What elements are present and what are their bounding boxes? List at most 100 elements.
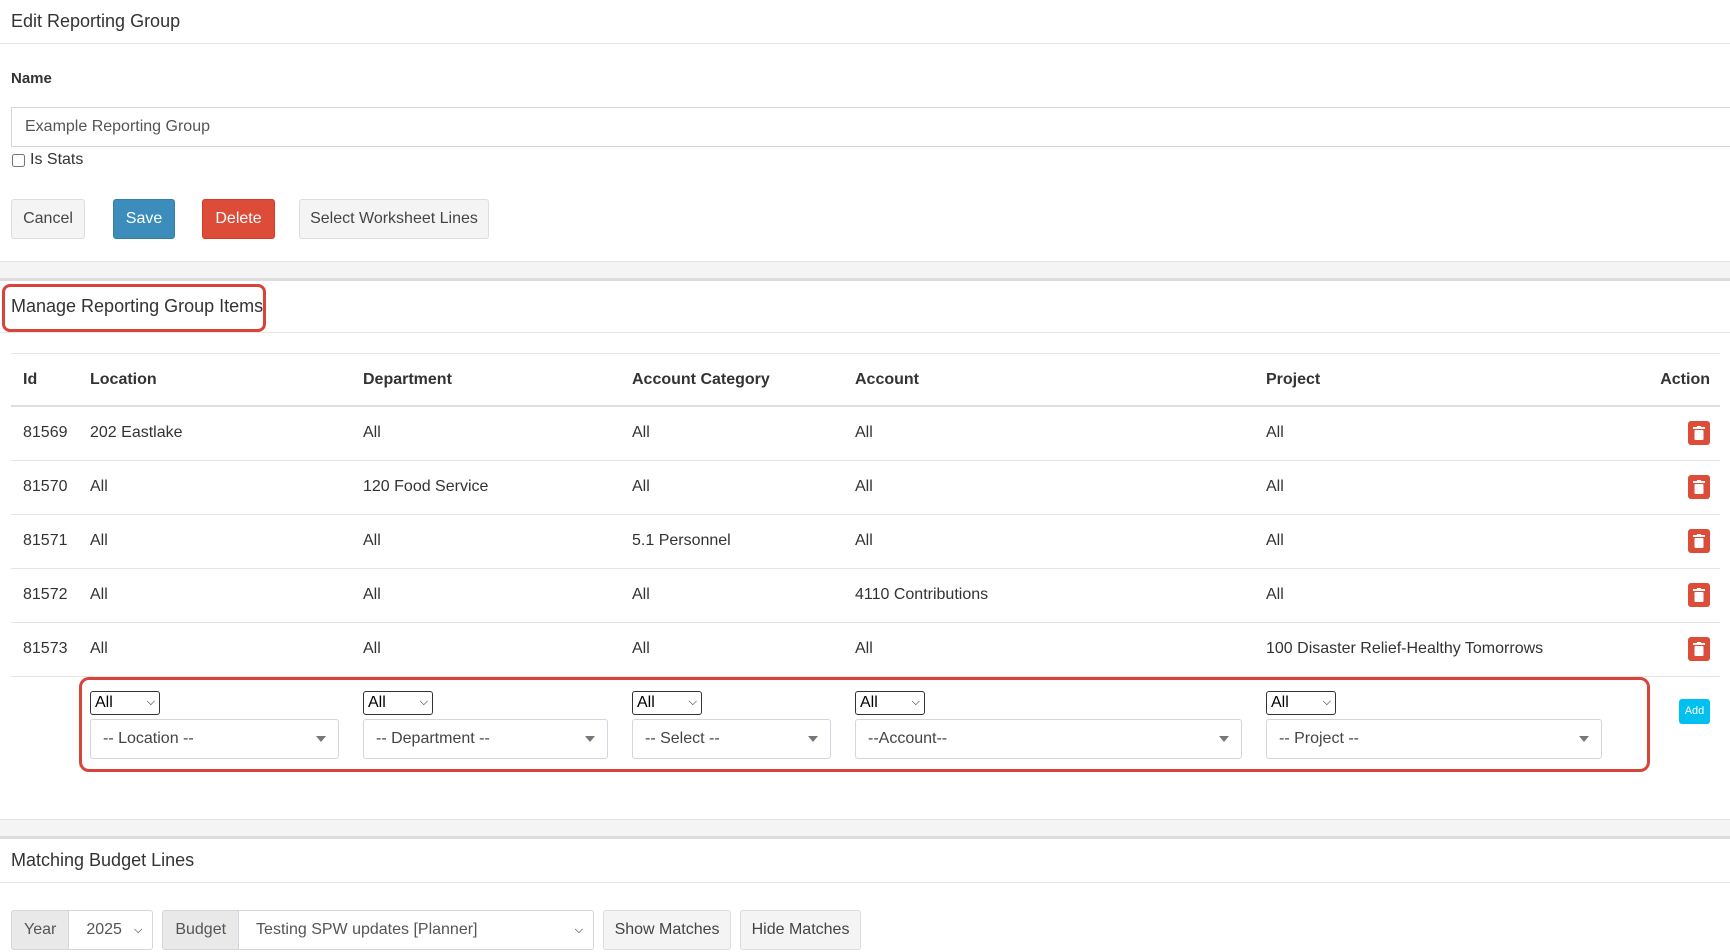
cell-account: All bbox=[843, 514, 1254, 569]
year-select[interactable]: 2025 ⌵ bbox=[69, 910, 154, 950]
add-action-cell: Add bbox=[1614, 676, 1720, 782]
trash-icon[interactable] bbox=[1688, 583, 1710, 607]
name-input[interactable] bbox=[11, 107, 1730, 147]
cell-id: 81571 bbox=[11, 514, 78, 569]
cancel-button[interactable]: Cancel bbox=[11, 199, 85, 239]
column-header-id[interactable]: Id bbox=[11, 354, 78, 407]
column-header-account-category[interactable]: Account Category bbox=[620, 354, 843, 407]
project-select[interactable]: -- Project -- bbox=[1266, 718, 1602, 759]
cell-project: All bbox=[1254, 406, 1614, 461]
department-select[interactable]: -- Department -- bbox=[363, 718, 608, 759]
save-button[interactable]: Save bbox=[113, 199, 175, 239]
cell-department: All bbox=[351, 568, 620, 623]
cell-department: 120 Food Service bbox=[351, 460, 620, 515]
project-mode-select[interactable]: All ⌵ bbox=[1266, 690, 1336, 715]
panel-title: Matching Budget Lines bbox=[0, 839, 1730, 883]
title-highlight-box bbox=[2, 284, 266, 332]
chevron-down-icon: ⌵ bbox=[133, 923, 143, 936]
cell-location: All bbox=[78, 460, 351, 515]
cell-location: All bbox=[78, 514, 351, 569]
account-select[interactable]: --Account-- bbox=[855, 718, 1242, 759]
chevron-down-icon: ⌵ bbox=[911, 696, 920, 708]
table-row: 81573 All All All All 100 Disaster Relief-Hea… bbox=[11, 622, 1720, 677]
trash-icon[interactable] bbox=[1688, 637, 1710, 661]
caret-down-icon bbox=[585, 735, 595, 742]
trash-icon[interactable] bbox=[1688, 421, 1710, 446]
chevron-down-icon: ⌵ bbox=[1322, 696, 1331, 708]
column-header-department[interactable]: Department bbox=[351, 354, 620, 407]
add-location-cell: All ⌵ -- Location -- bbox=[78, 676, 351, 782]
cell-project: 100 Disaster Relief-Healthy Tomorrows bbox=[1254, 622, 1614, 677]
add-account-category-cell: All ⌵ -- Select -- bbox=[620, 676, 843, 782]
cell-id: 81573 bbox=[11, 622, 78, 677]
department-mode-select[interactable]: All ⌵ bbox=[363, 690, 433, 715]
cell-account-category: All bbox=[620, 406, 843, 461]
cell-action bbox=[1614, 460, 1720, 515]
caret-down-icon bbox=[316, 735, 326, 742]
delete-button[interactable]: Delete bbox=[202, 199, 275, 239]
cell-department: All bbox=[351, 622, 620, 677]
cell-action bbox=[1614, 406, 1720, 461]
budget-select[interactable]: Testing SPW updates [Planner] ⌵ bbox=[239, 910, 595, 950]
table-row: 81569 202 Eastlake All All All All bbox=[11, 406, 1720, 461]
add-project-cell: All ⌵ -- Project -- bbox=[1254, 676, 1614, 782]
cell-action bbox=[1614, 568, 1720, 623]
is-stats-checkbox[interactable] bbox=[12, 153, 25, 167]
cell-account-category: All bbox=[620, 568, 843, 623]
panel-title: Edit Reporting Group bbox=[0, 0, 1730, 44]
chevron-down-icon: ⌵ bbox=[688, 696, 697, 708]
matching-budget-lines-panel: Matching Budget Lines Year 2025 ⌵ Budget … bbox=[0, 839, 1730, 952]
cell-location: All bbox=[78, 622, 351, 677]
cell-account: All bbox=[843, 406, 1254, 461]
cell-id: 81572 bbox=[11, 568, 78, 623]
chevron-down-icon: ⌵ bbox=[574, 923, 584, 936]
manage-reporting-group-items-panel: Manage Reporting Group Items Id Location… bbox=[0, 281, 1730, 819]
budget-filter-row: Year 2025 ⌵ Budget Testing SPW updates [P… bbox=[11, 910, 862, 950]
trash-icon[interactable] bbox=[1688, 475, 1710, 499]
is-stats-group: Is Stats bbox=[11, 151, 83, 169]
cell-department: All bbox=[351, 514, 620, 569]
add-item-row: All ⌵ -- Location -- All ⌵ -- Department -… bbox=[11, 676, 1720, 782]
hide-matches-button[interactable]: Hide Matches bbox=[740, 910, 862, 950]
chevron-down-icon: ⌵ bbox=[146, 696, 155, 708]
trash-icon[interactable] bbox=[1688, 529, 1710, 553]
cell-id: 81569 bbox=[11, 406, 78, 461]
location-select[interactable]: -- Location -- bbox=[90, 718, 339, 759]
cell-location: 202 Eastlake bbox=[78, 406, 351, 461]
caret-down-icon bbox=[1219, 735, 1229, 742]
add-button[interactable]: Add bbox=[1679, 698, 1710, 724]
cell-project: All bbox=[1254, 460, 1614, 515]
cell-action bbox=[1614, 514, 1720, 569]
caret-down-icon bbox=[1579, 735, 1589, 742]
section-divider bbox=[0, 819, 1730, 839]
table-row: 81572 All All All 4110 Contributions All bbox=[11, 568, 1720, 623]
budget-label: Budget bbox=[162, 910, 240, 950]
account-category-mode-select[interactable]: All ⌵ bbox=[632, 690, 702, 715]
cell-account-category: 5.1 Personnel bbox=[620, 514, 843, 569]
add-account-cell: All ⌵ --Account-- bbox=[843, 676, 1254, 782]
section-divider bbox=[0, 261, 1730, 281]
show-matches-button[interactable]: Show Matches bbox=[603, 910, 732, 950]
select-worksheet-lines-button[interactable]: Select Worksheet Lines bbox=[299, 199, 489, 239]
cell-account-category: All bbox=[620, 622, 843, 677]
is-stats-label: Is Stats bbox=[30, 151, 84, 168]
location-mode-select[interactable]: All ⌵ bbox=[90, 690, 160, 715]
cell-project: All bbox=[1254, 514, 1614, 569]
cell-account: All bbox=[843, 460, 1254, 515]
edit-reporting-group-panel: Edit Reporting Group Name Is Stats Cance… bbox=[0, 0, 1730, 261]
account-mode-select[interactable]: All ⌵ bbox=[855, 690, 925, 715]
caret-down-icon bbox=[808, 735, 818, 742]
account-category-select[interactable]: -- Select -- bbox=[632, 718, 831, 759]
table-header-row: Id Location Department Account Category … bbox=[11, 354, 1720, 407]
cell-department: All bbox=[351, 406, 620, 461]
items-table: Id Location Department Account Category … bbox=[11, 353, 1720, 782]
column-header-account[interactable]: Account bbox=[843, 354, 1254, 407]
cell-account-category: All bbox=[620, 460, 843, 515]
column-header-location[interactable]: Location bbox=[78, 354, 351, 407]
cell-account: All bbox=[843, 622, 1254, 677]
table-row: 81570 All 120 Food Service All All All bbox=[11, 460, 1720, 515]
cell-project: All bbox=[1254, 568, 1614, 623]
column-header-project[interactable]: Project bbox=[1254, 354, 1614, 407]
name-label: Name bbox=[11, 70, 52, 87]
year-label: Year bbox=[11, 910, 70, 950]
